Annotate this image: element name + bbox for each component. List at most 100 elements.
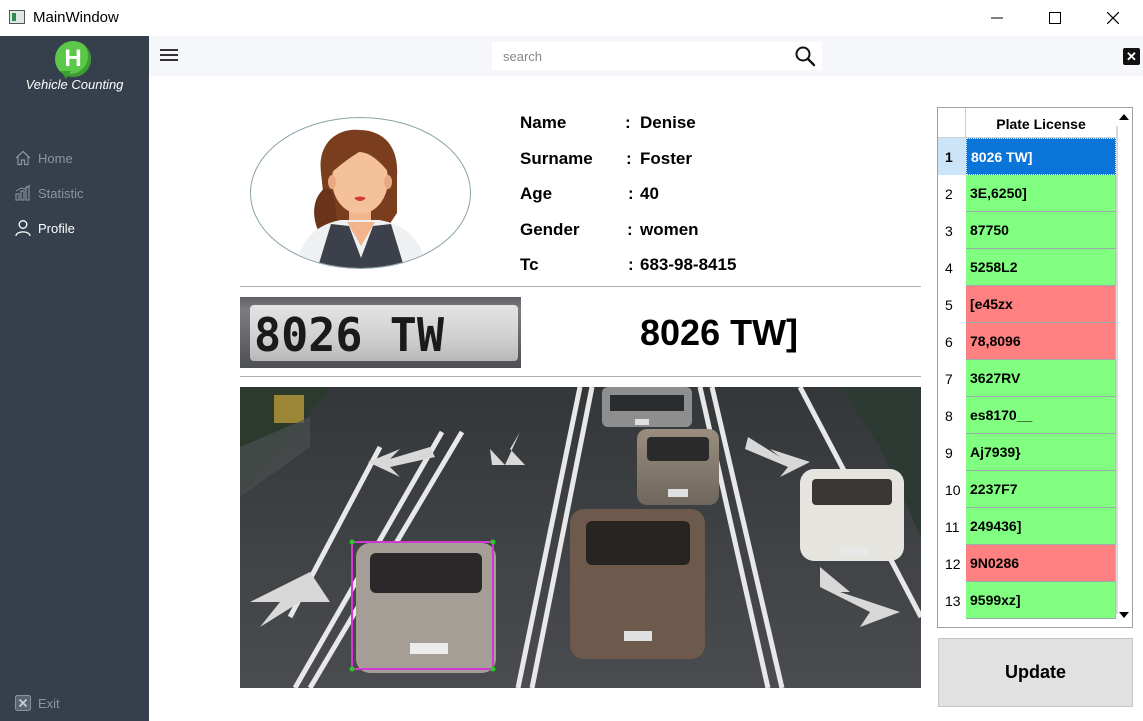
sidebar: H Vehicle Counting Home Statistic Profil… [0,36,149,721]
traffic-camera-image [240,387,921,688]
row-number[interactable]: 5 [938,286,966,323]
user-icon [15,220,31,237]
tc-colon: : [628,255,634,274]
plate-crop-image: 8026 TW [240,297,521,368]
hamburger-menu-icon[interactable] [160,49,178,63]
surname-label: Surname [520,149,593,168]
table-row[interactable]: 13 9599xz] [938,582,1116,619]
row-number[interactable]: 10 [938,471,966,508]
sidebar-item-label: Profile [38,220,75,236]
gender-colon: : [627,220,633,239]
maximize-button[interactable] [1026,0,1084,36]
plate-cell[interactable]: 5258L2 [966,249,1116,286]
table-row[interactable]: 11 249436] [938,508,1116,545]
row-number[interactable]: 11 [938,508,966,545]
plate-crop-text: 8026 TW [254,308,444,362]
home-icon [15,150,31,166]
row-number[interactable]: 8 [938,397,966,434]
vertical-scrollbar[interactable] [1116,108,1132,627]
gender-label: Gender [520,220,580,239]
profile-avatar [250,117,471,269]
age-value: 40 [640,184,659,203]
scroll-down-icon[interactable] [1119,612,1129,618]
sidebar-item-statistic[interactable]: Statistic [14,183,84,203]
close-panel-button[interactable]: ✕ [1123,48,1140,65]
app-logo: H [55,41,91,79]
name-value: Denise [640,113,696,132]
sidebar-item-label: Home [38,150,73,166]
table-row[interactable]: 12 9N0286 [938,545,1116,582]
divider [240,376,921,377]
row-number[interactable]: 1 [938,138,966,175]
row-number[interactable]: 2 [938,175,966,212]
plate-cell[interactable]: 87750 [966,212,1116,249]
exit-icon [15,695,31,711]
age-label: Age [520,184,553,203]
table-row[interactable]: 3 87750 [938,212,1116,249]
plate-cell[interactable]: Aj7939} [966,434,1116,471]
sidebar-item-label: Statistic [38,185,84,201]
table-header: Plate License [938,108,1116,138]
table-row[interactable]: 10 2237F7 [938,471,1116,508]
surname-value: Foster [640,149,692,168]
title-bar: MainWindow [0,0,1143,36]
maximize-icon [1049,12,1061,24]
close-window-button[interactable] [1084,0,1142,36]
table-row[interactable]: 2 3E,6250] [938,175,1116,212]
row-number[interactable]: 4 [938,249,966,286]
column-header-plate-license[interactable]: Plate License [966,108,1116,138]
gender-value: women [640,220,699,239]
surname-colon: : [626,149,632,168]
name-label: Name [520,113,567,132]
plate-cell[interactable]: 3627RV [966,360,1116,397]
table-row[interactable]: 9 Aj7939} [938,434,1116,471]
close-icon [1107,12,1119,24]
scroll-track[interactable] [1116,126,1118,614]
table-row[interactable]: 7 3627RV [938,360,1116,397]
brand-name: Vehicle Counting [25,77,124,92]
minimize-icon [991,17,1003,19]
plate-cell[interactable]: 2237F7 [966,471,1116,508]
age-colon: : [628,184,634,203]
row-number[interactable]: 3 [938,212,966,249]
row-number[interactable]: 9 [938,434,966,471]
search-icon[interactable] [794,45,816,67]
row-number[interactable]: 7 [938,360,966,397]
row-number[interactable]: 12 [938,545,966,582]
plate-cell[interactable]: 9N0286 [966,545,1116,582]
plate-cell[interactable]: 8026 TW] [966,138,1116,175]
plate-cell[interactable]: 249436] [966,508,1116,545]
bar-chart-icon [15,184,31,201]
table-row[interactable]: 6 78,8096 [938,323,1116,360]
name-colon: : [625,113,631,132]
update-button[interactable]: Update [938,638,1133,707]
sidebar-item-exit[interactable]: Exit [14,693,60,713]
tc-value: 683-98-8415 [640,255,737,274]
row-number[interactable]: 13 [938,582,966,619]
woman-avatar-icon [295,129,427,268]
table-row[interactable]: 4 5258L2 [938,249,1116,286]
minimize-button[interactable] [968,0,1026,36]
table-row[interactable]: 8 es8170__ [938,397,1116,434]
table-bottom-edge [938,627,1133,628]
plate-cell[interactable]: 9599xz] [966,582,1116,619]
sidebar-item-profile[interactable]: Profile [14,218,75,238]
sidebar-item-home[interactable]: Home [14,148,73,168]
table-row[interactable]: 5 [e45zx [938,286,1116,323]
plate-license-table[interactable]: Plate License 1 8026 TW] 2 3E,6250] 3 87750 4 5… [937,107,1133,628]
table-row[interactable]: 1 8026 TW] [938,138,1116,175]
plate-cell[interactable]: [e45zx [966,286,1116,323]
table-corner[interactable] [938,108,966,138]
scroll-up-icon[interactable] [1119,114,1129,120]
window-title: MainWindow [33,9,119,26]
app-icon [9,10,25,24]
logo-letter: H [64,45,82,72]
plate-cell[interactable]: 78,8096 [966,323,1116,360]
top-bar: ✕ [149,36,1143,76]
search-input[interactable] [492,42,822,70]
plate-cell[interactable]: es8170__ [966,397,1116,434]
recognized-plate-text: 8026 TW] [640,312,799,353]
exit-label: Exit [38,695,60,711]
plate-cell[interactable]: 3E,6250] [966,175,1116,212]
row-number[interactable]: 6 [938,323,966,360]
